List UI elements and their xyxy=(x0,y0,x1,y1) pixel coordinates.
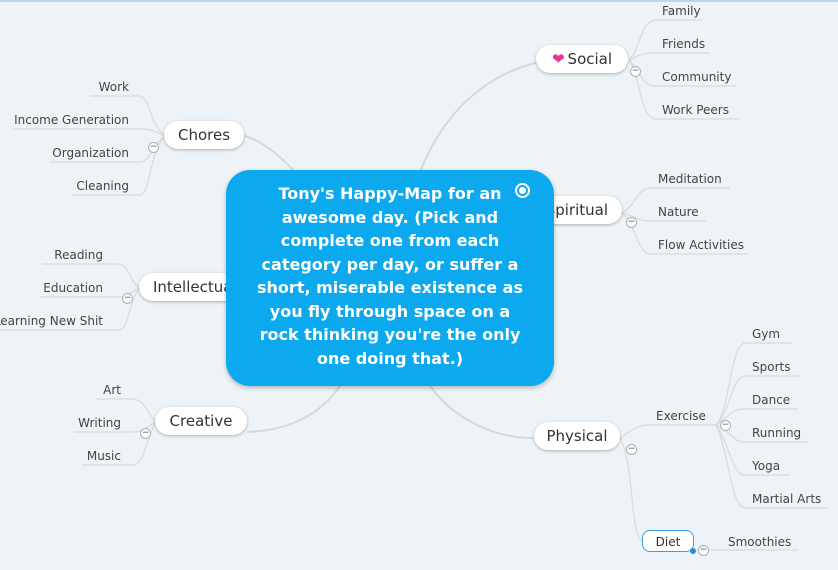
sub-exercise-running[interactable]: Running xyxy=(752,425,801,441)
link-central-social xyxy=(419,61,541,173)
topic-spiritual-label: Spiritual xyxy=(545,201,608,219)
sub-chores-work[interactable]: Work xyxy=(99,79,129,95)
topic-intellectual-label: Intellectual xyxy=(153,278,227,296)
sub-spiritual-meditation[interactable]: Meditation xyxy=(658,171,722,187)
sub-creative-writing[interactable]: Writing xyxy=(78,415,121,431)
diet-label: Diet xyxy=(655,535,681,549)
collapse-social-icon[interactable]: − xyxy=(630,66,641,77)
sub-chores-organization[interactable]: Organization xyxy=(52,145,129,161)
topic-creative[interactable]: Creative xyxy=(155,407,247,435)
central-topic[interactable]: Tony's Happy-Map for an awesome day. (Pi… xyxy=(226,170,554,386)
sub-exercise-martial-arts[interactable]: Martial Arts xyxy=(752,491,821,507)
topic-physical[interactable]: Physical xyxy=(534,422,620,450)
sub-social-work-peers[interactable]: Work Peers xyxy=(662,102,729,118)
sub-exercise-gym[interactable]: Gym xyxy=(752,326,780,342)
sub-social-community[interactable]: Community xyxy=(662,69,731,85)
sub-chores-cleaning[interactable]: Cleaning xyxy=(76,178,129,194)
topic-physical-label: Physical xyxy=(546,427,608,445)
heart-icon: ❤ xyxy=(551,50,565,68)
sub-diet-smoothies[interactable]: Smoothies xyxy=(728,534,791,550)
sub-physical-diet[interactable]: Diet xyxy=(642,530,694,552)
topic-social[interactable]: ❤ Social xyxy=(536,45,628,73)
topic-creative-label: Creative xyxy=(169,412,233,430)
sub-intellectual-education[interactable]: Education xyxy=(43,280,103,296)
sub-exercise-sports[interactable]: Sports xyxy=(752,359,790,375)
sub-creative-art[interactable]: Art xyxy=(103,382,121,398)
sub-creative-music[interactable]: Music xyxy=(87,448,121,464)
diet-drag-handle[interactable] xyxy=(690,548,696,554)
collapse-spiritual-icon[interactable]: − xyxy=(626,217,637,228)
collapse-diet-icon[interactable]: − xyxy=(698,545,709,556)
sub-intellectual-learning-new-shit[interactable]: Learning New Shit xyxy=(0,313,103,329)
sub-spiritual-nature[interactable]: Nature xyxy=(658,204,699,220)
sub-exercise-yoga[interactable]: Yoga xyxy=(752,458,780,474)
link-central-creative xyxy=(247,385,341,433)
sub-social-friends[interactable]: Friends xyxy=(662,36,705,52)
sub-physical-exercise[interactable]: Exercise xyxy=(656,408,706,424)
topic-chores-label: Chores xyxy=(177,126,231,144)
collapse-creative-icon[interactable]: − xyxy=(140,428,151,439)
topic-social-label: Social xyxy=(567,50,613,68)
collapse-chores-icon[interactable]: − xyxy=(148,142,159,153)
collapse-exercise-icon[interactable]: − xyxy=(720,420,731,431)
sub-intellectual-reading[interactable]: Reading xyxy=(54,247,103,263)
top-border xyxy=(0,0,838,2)
link-central-physical xyxy=(429,385,533,439)
sub-chores-income-generation[interactable]: Income Generation xyxy=(14,112,129,128)
sub-spiritual-flow-activities[interactable]: Flow Activities xyxy=(658,237,744,253)
topic-chores[interactable]: Chores xyxy=(164,121,244,149)
sub-social-family[interactable]: Family xyxy=(662,3,701,19)
collapse-physical-icon[interactable]: − xyxy=(626,444,637,455)
central-topic-text: Tony's Happy-Map for an awesome day. (Pi… xyxy=(257,184,523,368)
collapse-intellectual-icon[interactable]: − xyxy=(122,293,133,304)
topic-intellectual[interactable]: Intellectual xyxy=(139,273,227,301)
central-toggle-icon[interactable] xyxy=(515,183,530,198)
sub-exercise-dance[interactable]: Dance xyxy=(752,392,790,408)
